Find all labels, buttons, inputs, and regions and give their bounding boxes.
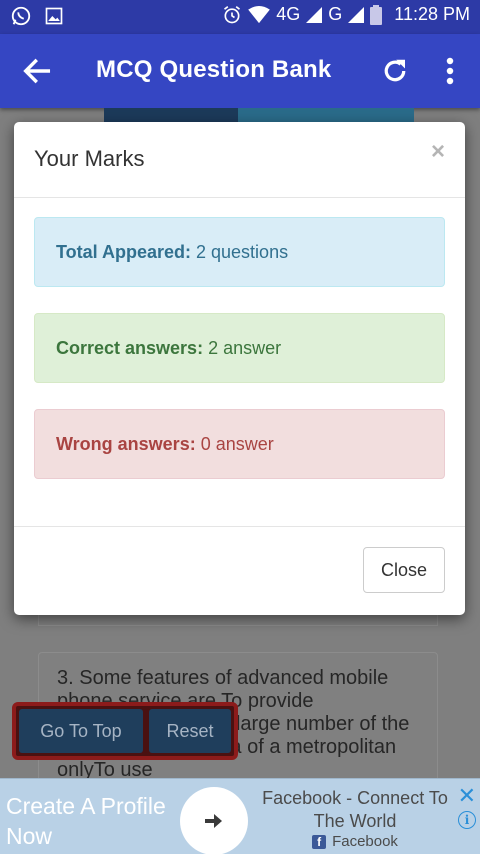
battery-icon bbox=[370, 4, 383, 25]
ad-go-button[interactable] bbox=[180, 787, 248, 854]
gallery-icon bbox=[45, 7, 63, 25]
correct-answers-alert: Correct answers: 2 answer bbox=[34, 313, 445, 383]
wrong-answers-value: 0 answer bbox=[200, 433, 274, 454]
status-right-icons: 4G G 11:28 PM bbox=[222, 4, 470, 25]
status-left-icons bbox=[10, 5, 64, 27]
signal-icon-2 bbox=[348, 6, 365, 23]
ad-close-icon[interactable]: ✕ bbox=[458, 785, 476, 807]
back-arrow-icon[interactable] bbox=[20, 54, 54, 88]
whatsapp-icon bbox=[11, 6, 31, 26]
app-title: MCQ Question Bank bbox=[96, 56, 332, 83]
status-bar: 4G G 11:28 PM bbox=[0, 0, 480, 34]
wifi-icon bbox=[248, 5, 271, 23]
ad-source: f Facebook bbox=[252, 833, 458, 850]
correct-answers-value: 2 answer bbox=[208, 337, 282, 358]
ad-headline[interactable]: Facebook - Connect To The World bbox=[252, 787, 458, 833]
network-type-2: G bbox=[328, 4, 343, 24]
facebook-icon: f bbox=[312, 834, 327, 849]
wrong-answers-label: Wrong answers: bbox=[56, 433, 196, 454]
correct-answers-label: Correct answers: bbox=[56, 337, 204, 358]
marks-dialog: Your Marks × Total Appeared: 2 questions… bbox=[14, 122, 465, 615]
dialog-footer: Close bbox=[14, 526, 465, 615]
ad-source-name: Facebook bbox=[332, 833, 398, 850]
signal-icon bbox=[306, 6, 323, 23]
close-button[interactable]: Close bbox=[363, 547, 445, 593]
close-icon[interactable]: × bbox=[431, 140, 445, 164]
status-time: 11:28 PM bbox=[394, 4, 470, 24]
ad-info-icon[interactable]: i bbox=[458, 811, 476, 829]
ad-banner[interactable]: Create A Profile Now Facebook - Connect … bbox=[0, 778, 480, 854]
dialog-header: Your Marks × bbox=[14, 122, 465, 198]
app-bar: MCQ Question Bank bbox=[0, 34, 480, 108]
ad-cta-text[interactable]: Create A Profile Now bbox=[6, 791, 182, 851]
total-appeared-alert: Total Appeared: 2 questions bbox=[34, 217, 445, 287]
total-appeared-value: 2 questions bbox=[196, 241, 289, 262]
network-type: 4G bbox=[276, 4, 301, 24]
refresh-icon[interactable] bbox=[380, 56, 410, 86]
wrong-answers-alert: Wrong answers: 0 answer bbox=[34, 409, 445, 479]
dialog-title: Your Marks bbox=[34, 146, 145, 171]
alarm-icon bbox=[224, 5, 241, 23]
arrow-right-icon bbox=[205, 814, 222, 828]
total-appeared-label: Total Appeared: bbox=[56, 241, 192, 262]
more-vert-icon[interactable] bbox=[440, 56, 460, 86]
